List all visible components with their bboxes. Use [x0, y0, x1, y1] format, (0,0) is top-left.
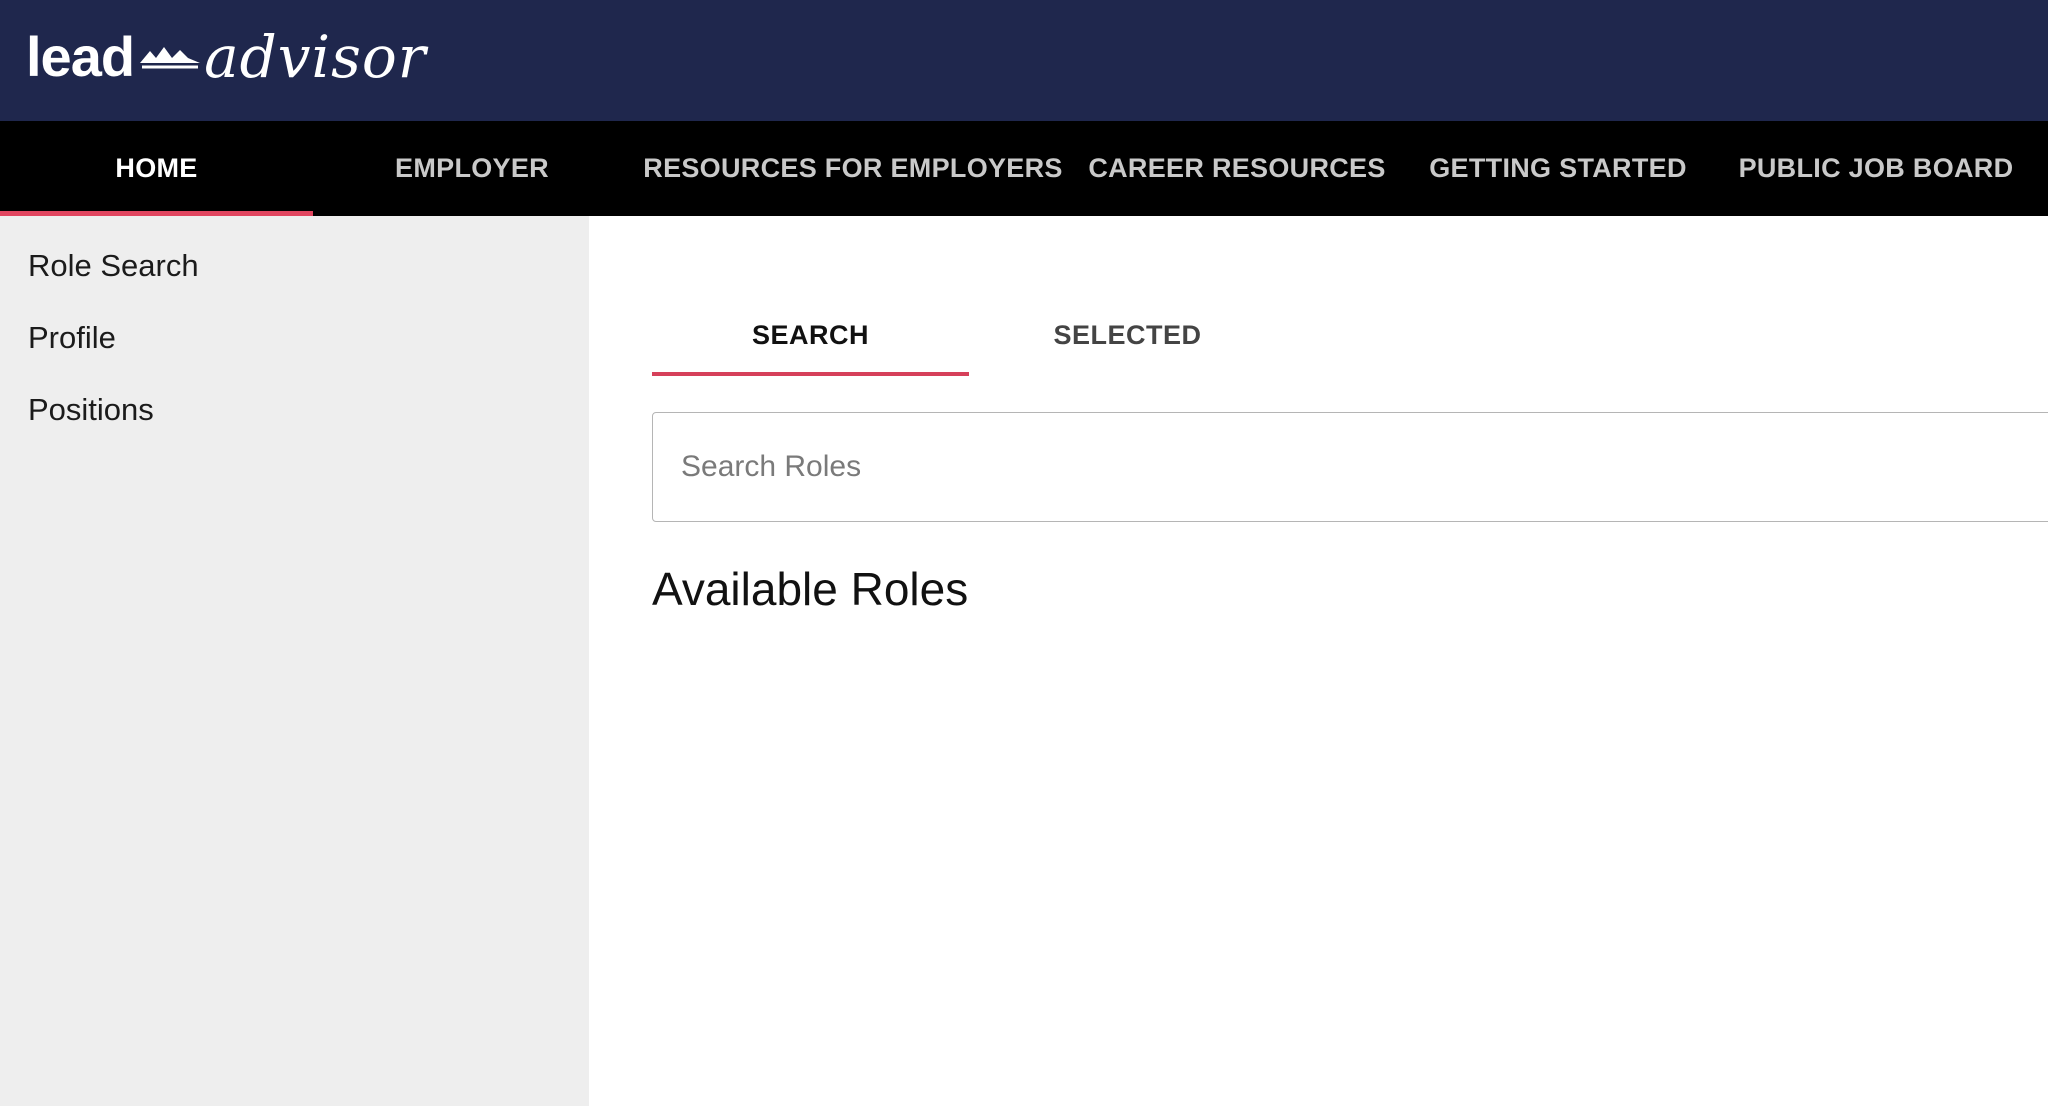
tab-search[interactable]: SEARCH — [652, 296, 969, 376]
nav-item-public-job-board[interactable]: PUBLIC JOB BOARD — [1726, 121, 2026, 216]
sidebar-item-profile[interactable]: Profile — [28, 320, 116, 356]
nav-item-resources-for-employers[interactable]: RESOURCES FOR EMPLOYERS — [638, 121, 1068, 216]
nav-item-home[interactable]: HOME — [0, 121, 313, 216]
nav-item-employer[interactable]: EMPLOYER — [343, 121, 601, 216]
tab-selected[interactable]: SELECTED — [969, 296, 1286, 374]
lead-advisor-logo[interactable]: lead advisor — [26, 22, 427, 92]
sidebar-item-positions[interactable]: Positions — [28, 392, 154, 428]
search-roles-field[interactable] — [652, 412, 2048, 522]
search-roles-input[interactable] — [679, 413, 1979, 521]
sidebar-item-role-search[interactable]: Role Search — [28, 248, 199, 284]
sidebar: Role Search Profile Positions — [0, 216, 589, 1106]
available-roles-heading: Available Roles — [652, 563, 969, 615]
main-content: SEARCH SELECTED Available Roles — [589, 216, 2048, 1106]
main-nav: HOME EMPLOYER RESOURCES FOR EMPLOYERS CA… — [0, 121, 2048, 216]
nav-item-career-resources[interactable]: CAREER RESOURCES — [1082, 121, 1392, 216]
mountain-logo-icon — [140, 47, 201, 69]
logo-text-advisor: advisor — [204, 23, 427, 91]
nav-item-getting-started[interactable]: GETTING STARTED — [1414, 121, 1702, 216]
logo-text-lead: lead — [26, 25, 135, 88]
top-header: lead advisor — [0, 0, 2048, 121]
